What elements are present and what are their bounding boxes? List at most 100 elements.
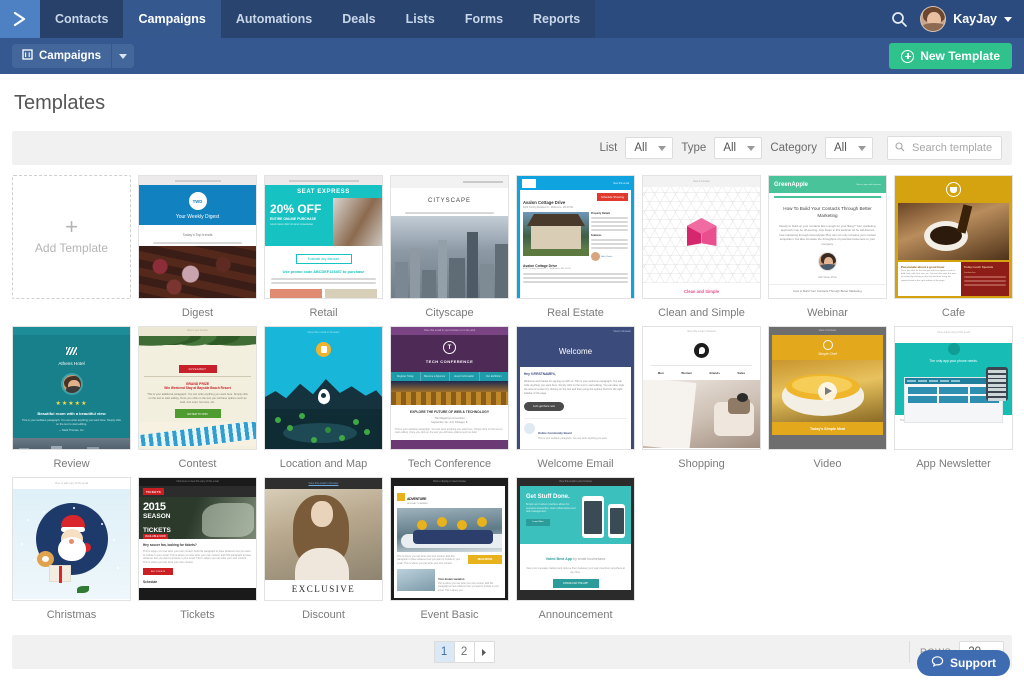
app-logo[interactable] [0,0,40,38]
tickets-badge: AVAILABLE NOW [143,534,168,539]
announcement-cta: DOWNLOAD THE APP [553,579,599,588]
template-name: Discount [264,601,383,621]
review-brand: Athens Hotel [13,358,130,366]
map-pin-icon [318,389,330,404]
event-button: READ MORE [468,555,502,564]
primary-navigation-bar: Contacts Campaigns Automations Deals Lis… [0,0,1024,38]
filter-value-category: All [834,142,847,154]
template-thumbnail-christmas[interactable]: View or add copy of this email [12,477,131,601]
real-estate-footer-address: 8030 Portling Meadow Ct., Melbourne, MD … [523,268,628,270]
nav-item-label: Forms [465,12,503,26]
coffee-cup-icon [946,182,961,197]
template-thumbnail-cityscape[interactable]: CITYSCAPE [390,175,509,299]
template-thumbnail-webinar[interactable]: GreenApple View in your web browser How … [768,175,887,299]
template-name: Location and Map [264,450,383,470]
event-section-title: Your dream vacation [438,578,464,581]
template-card: Athens Hotel ★★★★★ Beautiful room with a… [12,326,131,470]
template-thumbnail-real-estate[interactable]: View this email Avalon Cottage Drive 803… [516,175,635,299]
new-template-button[interactable]: New Template [889,43,1012,69]
template-name: Welcome Email [516,450,635,470]
nav-item-campaigns[interactable]: Campaigns [123,0,220,38]
webinar-brand: GreenApple [774,182,808,188]
template-thumbnail-video[interactable]: View in browser Simple Chef Today's Simp… [768,326,887,450]
tech-sub1: The Magazine Convention [395,414,504,421]
template-thumbnail-review[interactable]: Athens Hotel ★★★★★ Beautiful room with a… [12,326,131,450]
tech-preheader: View this email in your browser or in th… [391,327,508,335]
nav-item-forms[interactable]: Forms [450,0,518,38]
template-thumbnail-contest[interactable]: View in your browser GIVEAWAY GRAND PRIZ… [138,326,257,450]
nav-items: Contacts Campaigns Automations Deals Lis… [40,0,595,38]
template-name: Shopping [642,450,761,470]
filter-select-category[interactable]: All [825,137,873,159]
template-card: GreenApple View in your web browser How … [768,175,887,319]
tickets-section: Schedule [143,575,252,584]
discount-title: EXCLUSIVE [265,580,382,594]
breadcrumb-campaigns[interactable]: Campaigns [12,44,111,68]
contest-body: This is your additional paragraph. You c… [139,390,256,405]
template-thumbnail-app-newsletter[interactable]: View online copy of this email The only … [894,326,1013,450]
digest-headline: Your Weekly Digest [139,214,256,220]
cityscape-title: CITYSCAPE [391,188,508,210]
nav-item-deals[interactable]: Deals [327,0,390,38]
template-thumbnail-discount[interactable]: View this email in browser EXCLUSIVE [264,477,383,601]
real-estate-details-title: Property Details [591,212,628,215]
event-brand: ADVENTURE [407,497,426,501]
template-thumbnail-announcement[interactable]: View this email in your browser Get Stuf… [516,477,635,601]
filter-label-type: Type [681,142,706,154]
play-button-icon[interactable] [818,382,837,401]
campaigns-icon [22,49,33,63]
template-name: Event Basic [390,601,509,621]
page-button-1[interactable]: 1 [434,641,455,663]
template-name: Retail [264,299,383,319]
template-thumbnail-welcome-email[interactable]: View in browser Welcome Hey %FIRSTNAME%,… [516,326,635,450]
template-thumbnail-digest[interactable]: TWD Your Weekly Digest Today's Top trend… [138,175,257,299]
filter-select-type[interactable]: All [714,137,762,159]
search-templates-box[interactable] [887,136,1002,160]
search-icon[interactable] [891,11,908,28]
tech-title: TECH CONFERENCE [391,354,508,364]
real-estate-address: 8030 Portling Meadow Ct., Melbourne, MD … [523,207,573,209]
nav-item-lists[interactable]: Lists [391,0,450,38]
template-name: Clean and Simple [642,299,761,319]
video-brand: Simple Chef [818,350,836,356]
template-thumbnail-shopping[interactable]: View this email in browser Men Women Bra… [642,326,761,450]
nav-right-group: KayJay [891,0,1024,38]
real-estate-title: Avalon Cottage Drive [523,200,565,205]
nav-item-automations[interactable]: Automations [221,0,327,38]
cafe-right-sub: Sandwiches [964,272,1006,274]
next-page-icon[interactable] [474,641,495,663]
template-thumbnail-location-and-map[interactable]: View this email in browser [264,326,383,450]
clean-preheader: View in browser [643,176,760,187]
template-thumbnail-event-basic[interactable]: Click to display or view browser ADVENTU… [390,477,509,601]
new-template-label: New Template [920,49,1000,63]
template-thumbnail-tickets[interactable]: Click here to view this copy of this ema… [138,477,257,601]
breadcrumb-dropdown-button[interactable] [112,44,134,68]
template-card: View or add copy of this email [12,477,131,621]
chevron-down-icon [658,146,666,151]
reviewer-avatar [61,373,83,395]
nav-item-reports[interactable]: Reports [518,0,595,38]
page-button-2[interactable]: 2 [454,641,475,663]
template-thumbnail-cafe[interactable]: Passionate about a good brew Once you cl… [894,175,1013,299]
webinar-presenter: with Dean Price [769,271,886,279]
add-template-button[interactable]: + Add Template [12,175,131,299]
user-menu[interactable]: KayJay [920,6,1012,32]
filter-select-list[interactable]: All [625,137,673,159]
chat-bubble-icon [931,655,944,671]
template-thumbnail-retail[interactable]: SEAT EXPRESS 20% OFF ENTIRE ONLINE PURCH… [264,175,383,299]
search-input[interactable] [910,141,994,155]
phone-mockup [986,367,1008,401]
support-button[interactable]: Support [917,650,1010,676]
cafe-right-title: Today Lunch Specials [964,265,1006,269]
shopping-preheader: View this email in browser [643,327,760,337]
event-preheader: Click to display or view browser [394,478,505,486]
tickets-line2: TICKETS [143,527,171,534]
nav-item-label: Contacts [55,12,108,26]
nav-item-contacts[interactable]: Contacts [40,0,123,38]
tickets-line1: SEASON [143,513,170,520]
announcement-preheader: View this email in your browser [520,478,631,486]
event-brand-sub: HOLIDAY COMPANY [407,503,428,505]
template-card: Passionate about a good brew Once you cl… [894,175,1013,319]
template-thumbnail-tech-conference[interactable]: View this email in your browser or in th… [390,326,509,450]
template-thumbnail-clean-and-simple[interactable]: View in browser Clean and Simple [642,175,761,299]
